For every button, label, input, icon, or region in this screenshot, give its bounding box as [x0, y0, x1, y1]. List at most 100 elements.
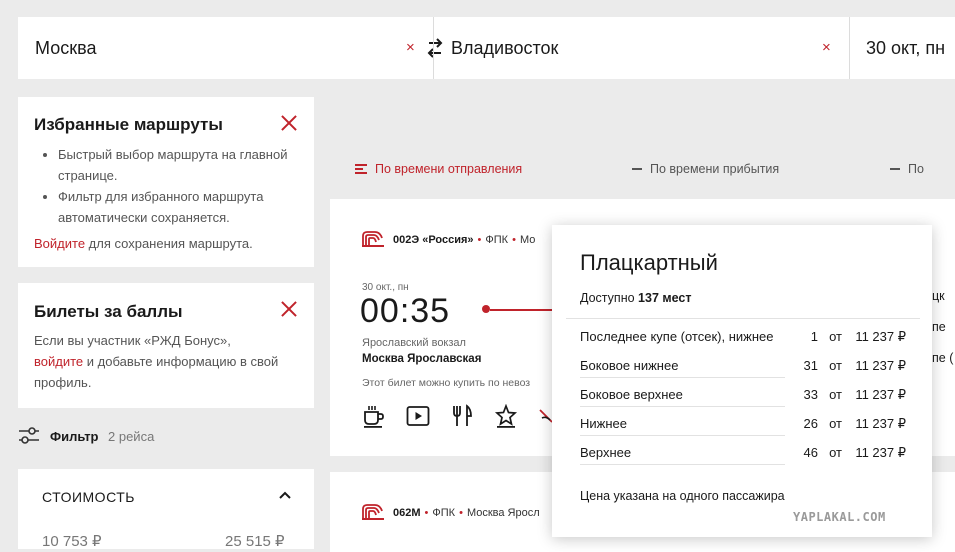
train-route: Мо — [519, 234, 536, 246]
row-underline — [580, 377, 785, 378]
seat-row[interactable]: Боковое нижнее 31 от 11 237 ₽ — [580, 358, 906, 380]
route-dot — [482, 305, 490, 313]
to-input[interactable]: Владивосток — [451, 17, 558, 79]
cup-icon — [364, 406, 384, 428]
seat-price: 11 237 ₽ — [855, 358, 906, 373]
sort-third[interactable]: По — [890, 162, 924, 176]
avail-label: Доступно — [580, 291, 635, 305]
seat-row[interactable]: Боковое верхнее 33 от 11 237 ₽ — [580, 387, 906, 409]
seat-from: от — [829, 445, 842, 460]
minus-icon — [632, 168, 642, 170]
video-icon — [406, 406, 430, 426]
food-icon — [453, 404, 472, 426]
sort-third-label: По — [908, 162, 924, 176]
sort-arrival-label: По времени прибытия — [650, 162, 780, 176]
swap-icon[interactable] — [426, 37, 444, 59]
sort-arrival[interactable]: По времени прибытия — [632, 162, 779, 176]
edge-text: пе — [932, 320, 946, 334]
seat-type: Боковое нижнее — [580, 358, 679, 373]
seat-count: 31 — [803, 358, 818, 373]
train-name: «Россия» — [422, 234, 474, 246]
divider — [566, 318, 920, 319]
departure-station: Ярославский вокзал — [362, 337, 466, 349]
search-bar: Москва × Владивосток × 30 окт, пн — [18, 17, 955, 79]
seat-row[interactable]: Верхнее 46 от 11 237 ₽ — [580, 445, 906, 467]
login-link[interactable]: Войдите — [34, 236, 85, 251]
train-header: 002Э «Россия» • ФПК • Мо — [393, 234, 536, 246]
list-item: Фильтр для избранного маршрута автоматич… — [58, 186, 298, 228]
seat-price: 11 237 ₽ — [855, 329, 906, 344]
price-max: 25 515 ₽ — [225, 533, 285, 550]
favorites-login-text: Войдите для сохранения маршрута. — [34, 233, 253, 254]
seat-price: 11 237 ₽ — [855, 445, 906, 460]
price-filter-card: СТОИМОСТЬ 10 753 ₽ 25 515 ₽ — [18, 469, 314, 550]
favorites-list: Быстрый выбор маршрута на главной страни… — [34, 144, 298, 228]
departure-station-name: Москва Ярославская — [362, 353, 482, 365]
login-suffix: для сохранения маршрута. — [85, 236, 253, 251]
seat-type: Нижнее — [580, 416, 627, 431]
close-icon[interactable] — [280, 300, 298, 318]
seat-count: 26 — [803, 416, 818, 431]
rzd-logo-icon — [362, 504, 384, 520]
chevron-up-icon[interactable] — [279, 491, 291, 499]
popup-availability: Доступно 137 мест — [580, 291, 691, 305]
watermark: YAPLAKAL.COM — [793, 510, 886, 524]
row-underline — [580, 435, 785, 436]
list-item: Быстрый выбор маршрута на главной страни… — [58, 144, 298, 186]
departure-time: 00:35 — [360, 292, 451, 330]
edge-text: цк — [932, 289, 945, 303]
price-filter-title[interactable]: СТОИМОСТЬ — [42, 489, 135, 505]
clear-from-icon[interactable]: × — [406, 40, 415, 55]
rzd-logo-icon — [362, 231, 384, 247]
points-title: Билеты за баллы — [34, 302, 183, 321]
seat-from: от — [829, 329, 842, 344]
seat-from: от — [829, 358, 842, 373]
avail-count: 137 мест — [638, 291, 692, 305]
train-carrier: ФПК — [485, 234, 509, 246]
seat-count: 1 — [810, 329, 818, 344]
popup-title: Плацкартный — [580, 250, 718, 275]
no-pets-icon — [539, 409, 552, 423]
points-text-pre: Если вы участник «РЖД Бонус», — [34, 333, 231, 348]
filter-label[interactable]: Фильтр — [50, 429, 99, 444]
seat-type: Последнее купе (отсек), нижнее — [580, 329, 774, 344]
sort-lines-icon — [355, 164, 367, 174]
seat-from: от — [829, 416, 842, 431]
seat-price: 11 237 ₽ — [855, 387, 906, 402]
row-underline — [580, 406, 785, 407]
close-icon[interactable] — [280, 114, 298, 132]
star-icon — [494, 404, 518, 428]
train-number: 062М — [393, 507, 421, 519]
train-route: Москва Яросл — [466, 507, 540, 519]
popup-note: Цена указана на одного пассажира — [580, 489, 785, 503]
seat-row[interactable]: Последнее купе (отсек), нижнее 1 от 11 2… — [580, 329, 906, 351]
seat-row[interactable]: Нижнее 26 от 11 237 ₽ — [580, 416, 906, 438]
train-note: Этот билет можно купить по невоз — [362, 377, 531, 389]
minus-icon — [890, 168, 900, 170]
date-input[interactable]: 30 окт, пн — [866, 17, 945, 79]
login-link[interactable]: войдите — [34, 354, 83, 369]
seat-count: 46 — [803, 445, 818, 460]
train-carrier: ФПК — [432, 507, 456, 519]
sort-departure[interactable]: По времени отправления — [355, 162, 522, 176]
points-text: Если вы участник «РЖД Бонус», войдите и д… — [34, 330, 284, 393]
filter-count: 2 рейса — [108, 429, 155, 444]
points-card: Билеты за баллы Если вы участник «РЖД Бо… — [18, 283, 314, 408]
divider — [849, 17, 850, 79]
row-underline — [580, 464, 785, 465]
train-header: 062М • ФПК • Москва Яросл — [393, 507, 540, 519]
price-min: 10 753 ₽ — [42, 533, 102, 550]
seat-price: 11 237 ₽ — [855, 416, 906, 431]
route-line — [490, 309, 560, 311]
favorites-card: Избранные маршруты Быстрый выбор маршрут… — [18, 97, 314, 267]
edge-text: пе ( — [932, 351, 954, 365]
seat-from: от — [829, 387, 842, 402]
train-number: 002Э — [393, 234, 420, 246]
sort-departure-label: По времени отправления — [375, 162, 523, 176]
clear-to-icon[interactable]: × — [822, 40, 831, 55]
seat-type: Боковое верхнее — [580, 387, 683, 402]
divider — [433, 17, 434, 79]
favorites-title: Избранные маршруты — [34, 115, 223, 134]
filter-sliders-icon[interactable] — [19, 426, 41, 446]
from-input[interactable]: Москва — [35, 17, 96, 79]
